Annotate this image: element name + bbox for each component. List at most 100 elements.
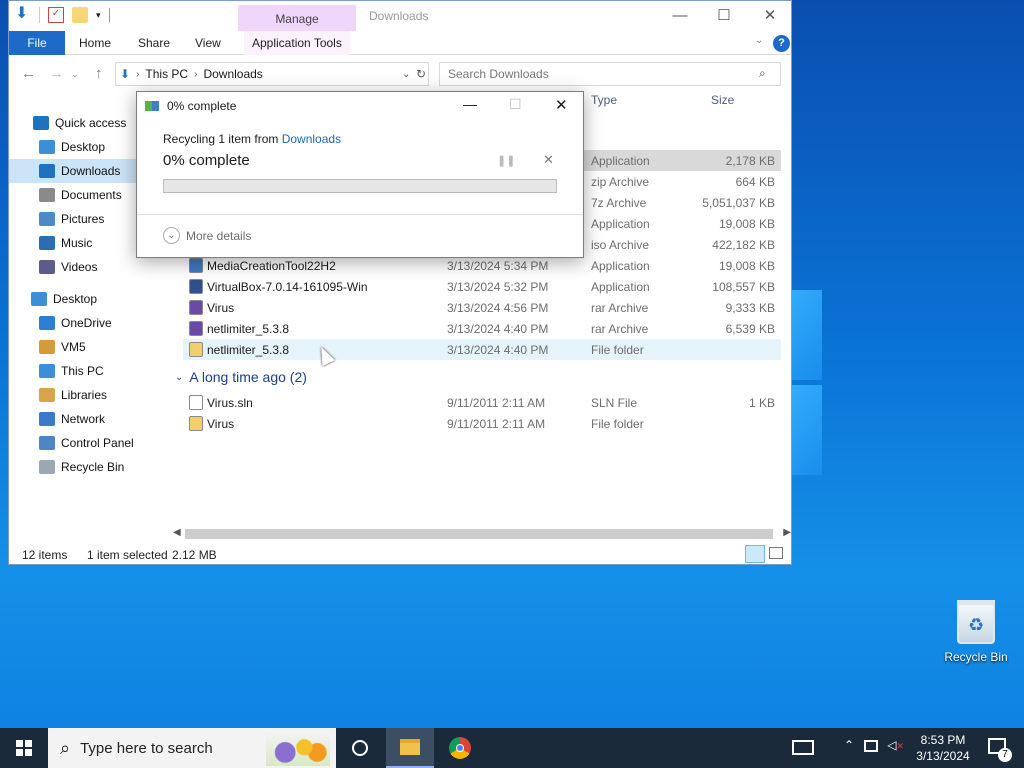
- file-row[interactable]: Virus 9/11/2011 2:11 AM File folder: [183, 413, 781, 434]
- sidebar-item[interactable]: Videos: [9, 255, 161, 279]
- taskbar-search-box[interactable]: ⌕ Type here to search: [48, 728, 336, 768]
- dialog-title-bar: 0% complete — ☐ ✕: [137, 92, 583, 120]
- sidebar-item[interactable]: Desktop: [9, 287, 161, 311]
- dialog-close-button[interactable]: ✕: [555, 96, 568, 114]
- file-row[interactable]: Virus 3/13/2024 4:56 PM rar Archive 9,333 K…: [183, 297, 781, 318]
- action-description: Recycling 1 item from Downloads: [163, 132, 557, 146]
- horizontal-scrollbar[interactable]: ◀ ▶: [171, 525, 791, 543]
- selection-count: 1 item selected: [87, 548, 168, 562]
- file-row[interactable]: netlimiter_5.3.8 3/13/2024 4:40 PM rar Arc…: [183, 318, 781, 339]
- breadcrumb-chevron-icon[interactable]: ›: [194, 69, 197, 80]
- search-icon[interactable]: ⌕: [759, 66, 766, 81]
- sidebar-item[interactable]: OneDrive: [9, 311, 161, 335]
- scrollbar-thumb[interactable]: [185, 529, 773, 539]
- news-widget-icon[interactable]: [792, 740, 814, 755]
- star-icon: [33, 116, 49, 130]
- file-date: 3/13/2024 4:40 PM: [447, 342, 549, 357]
- sidebar-item-label: OneDrive: [61, 316, 112, 330]
- file-name: Virus.sln: [207, 395, 253, 410]
- sidebar-item[interactable]: Libraries: [9, 383, 161, 407]
- close-button[interactable]: ✕: [747, 1, 793, 31]
- file-row[interactable]: VirtualBox-7.0.14-161095-Win 3/13/2024 5:…: [183, 276, 781, 297]
- pause-icon[interactable]: ❚❚: [497, 154, 515, 167]
- show-hidden-icons[interactable]: ⌃: [844, 738, 854, 752]
- column-header-type[interactable]: Type: [591, 93, 617, 115]
- sidebar-item-label: Control Panel: [61, 436, 134, 450]
- sidebar-item[interactable]: Recycle Bin: [9, 455, 161, 479]
- file-row[interactable]: Virus.sln 9/11/2011 2:11 AM SLN File 1 KB: [183, 392, 781, 413]
- selection-size: 2.12 MB: [172, 548, 217, 562]
- sidebar-item[interactable]: Control Panel: [9, 431, 161, 455]
- file-type: iso Archive: [591, 237, 650, 252]
- help-icon[interactable]: ?: [773, 35, 790, 52]
- action-prefix: Recycling 1 item from: [163, 132, 282, 146]
- column-header-size[interactable]: Size: [711, 93, 734, 115]
- customize-qat-icon[interactable]: ▾: [96, 10, 101, 21]
- network-icon[interactable]: [864, 740, 878, 752]
- file-row[interactable]: MediaCreationTool22H2 3/13/2024 5:34 PM Ap…: [183, 255, 781, 276]
- breadcrumb-this-pc[interactable]: This PC: [145, 67, 188, 81]
- group-label: A long time ago (2): [189, 369, 307, 385]
- details-view-icon[interactable]: [745, 545, 765, 563]
- group-collapse-icon[interactable]: ⌄: [175, 372, 183, 383]
- dialog-minimize-button[interactable]: —: [463, 96, 477, 112]
- expand-ribbon-icon[interactable]: ⌄: [755, 35, 763, 46]
- sidebar-item-label: Quick access: [55, 116, 127, 130]
- start-button[interactable]: [16, 740, 32, 756]
- properties-icon[interactable]: ✓: [48, 7, 64, 23]
- sidebar-item-label: This PC: [61, 364, 104, 378]
- sidebar-item[interactable]: This PC: [9, 359, 161, 383]
- sidebar-item-label: Videos: [61, 260, 98, 274]
- documents-icon: [39, 188, 55, 202]
- tab-share[interactable]: Share: [130, 31, 178, 55]
- file-row[interactable]: netlimiter_5.3.8 3/13/2024 4:40 PM File fo…: [183, 339, 781, 360]
- volume-muted-icon[interactable]: ◁✕: [887, 738, 904, 752]
- manage-context-tab[interactable]: Manage: [238, 5, 356, 31]
- status-bar: 12 items 1 item selected 2.12 MB: [9, 545, 791, 565]
- more-details-toggle[interactable]: ⌄ More details: [163, 227, 251, 244]
- sidebar-item[interactable]: VM5: [9, 335, 161, 359]
- refresh-button[interactable]: ↻: [416, 67, 426, 81]
- source-folder-link[interactable]: Downloads: [282, 132, 341, 146]
- expand-circle-icon: ⌄: [163, 227, 180, 244]
- scroll-right-icon[interactable]: ▶: [783, 527, 791, 538]
- file-size: 6,539 KB: [725, 321, 775, 336]
- maximize-button[interactable]: ☐: [701, 1, 747, 31]
- new-folder-icon[interactable]: [72, 7, 88, 23]
- address-dropdown-icon[interactable]: ⌄: [402, 69, 410, 80]
- tab-application-tools[interactable]: Application Tools: [244, 31, 350, 55]
- ribbon-tabs: File Home Share View Application Tools ⌄…: [9, 31, 791, 55]
- chrome-taskbar-button[interactable]: [436, 728, 484, 768]
- minimize-button[interactable]: —: [657, 1, 703, 31]
- cancel-icon[interactable]: ✕: [543, 152, 554, 168]
- breadcrumb-chevron-icon[interactable]: ›: [136, 69, 139, 80]
- large-icons-view-icon[interactable]: [769, 547, 783, 559]
- group-header[interactable]: ⌄ A long time ago (2): [175, 367, 307, 387]
- up-button[interactable]: ↑: [95, 65, 103, 82]
- breadcrumb-downloads[interactable]: Downloads: [203, 67, 262, 81]
- file-type: File folder: [591, 342, 644, 357]
- address-bar[interactable]: ⬇ › This PC › Downloads ⌄ ↻: [115, 62, 429, 86]
- desktop-recycle-bin[interactable]: ♻ Recycle Bin: [940, 600, 1012, 664]
- task-view-button[interactable]: [352, 740, 368, 756]
- file-explorer-taskbar-button[interactable]: [386, 728, 434, 768]
- tab-view[interactable]: View: [187, 31, 229, 55]
- window-title: Downloads: [369, 9, 429, 23]
- recent-locations-icon[interactable]: ⌄: [71, 69, 79, 80]
- sidebar-item[interactable]: Network: [9, 407, 161, 431]
- videos-icon: [39, 260, 55, 274]
- tab-home[interactable]: Home: [71, 31, 119, 55]
- sidebar-item-label: Pictures: [61, 212, 105, 226]
- forward-button[interactable]: →: [49, 65, 64, 82]
- search-input[interactable]: Search Downloads: [439, 62, 781, 86]
- onedrive-icon: [39, 316, 55, 330]
- sidebar-item-label: VM5: [61, 340, 86, 354]
- recycle-bin-icon: ♻: [957, 600, 995, 644]
- clock[interactable]: 8:53 PM 3/13/2024: [914, 732, 972, 764]
- download-arrow-icon[interactable]: ⬇: [15, 6, 31, 23]
- windows-logo-icon: [16, 740, 23, 747]
- tab-file[interactable]: File: [9, 31, 65, 55]
- search-icon: ⌕: [60, 737, 71, 758]
- scroll-left-icon[interactable]: ◀: [173, 527, 181, 538]
- back-button[interactable]: ←: [21, 65, 36, 82]
